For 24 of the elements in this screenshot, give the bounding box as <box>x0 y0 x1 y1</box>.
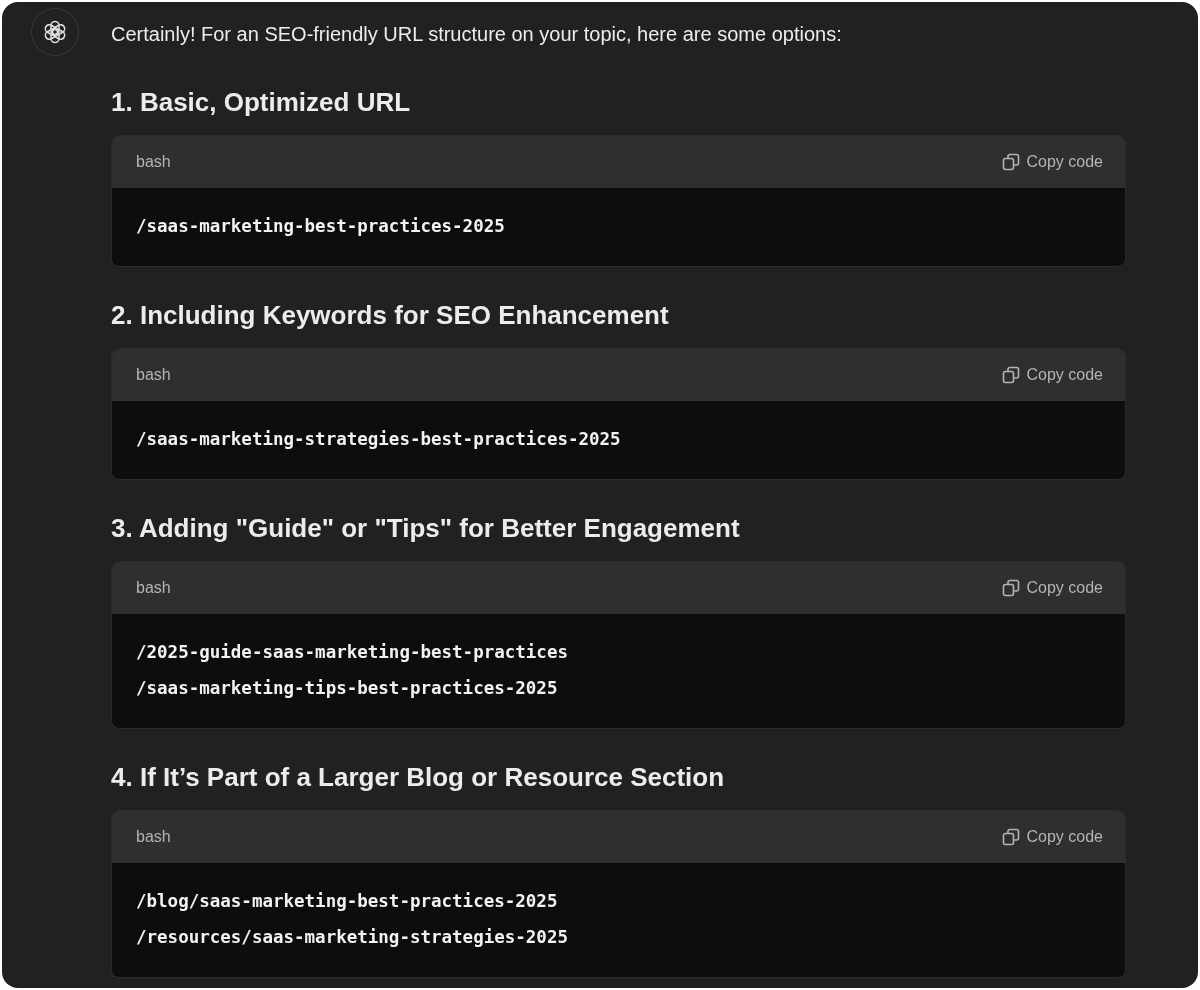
code-line: /saas-marketing-tips-best-practices-2025 <box>136 677 559 700</box>
knot-logo-icon <box>42 19 68 45</box>
code-line: /resources/saas-marketing-strategies-2025 <box>136 926 569 949</box>
copy-code-button[interactable]: Copy code <box>1001 153 1103 171</box>
copy-code-button[interactable]: Copy code <box>1001 579 1103 597</box>
code-line: /saas-marketing-strategies-best-practices-2025 <box>136 428 622 451</box>
copy-icon <box>1001 828 1020 846</box>
section-heading: 1. Basic, Optimized URL <box>111 86 412 119</box>
copy-icon <box>1001 579 1020 597</box>
code-line: /blog/saas-marketing-best-practices-2025 <box>136 890 559 913</box>
code-line: /saas-marketing-best-practices-2025 <box>136 215 506 238</box>
language-label: bash <box>136 153 171 171</box>
copy-code-button[interactable]: Copy code <box>1001 828 1103 846</box>
code-line: /2025-guide-saas-marketing-best-practices <box>136 641 569 664</box>
section-heading: 4. If It’s Part of a Larger Blog or Resource Section <box>111 761 726 794</box>
language-label: bash <box>136 579 171 597</box>
language-label: bash <box>136 828 171 846</box>
intro-text: Certainly! For an SEO-friendly URL structure on your topic, here are some options: <box>111 22 843 47</box>
section-heading: 2. Including Keywords for SEO Enhancement <box>111 299 670 332</box>
copy-code-button[interactable]: Copy code <box>1001 366 1103 384</box>
copy-icon <box>1001 366 1020 384</box>
copy-icon <box>1001 153 1020 171</box>
language-label: bash <box>136 366 171 384</box>
section-heading: 3. Adding "Guide" or "Tips" for Better Engagement <box>111 512 741 545</box>
